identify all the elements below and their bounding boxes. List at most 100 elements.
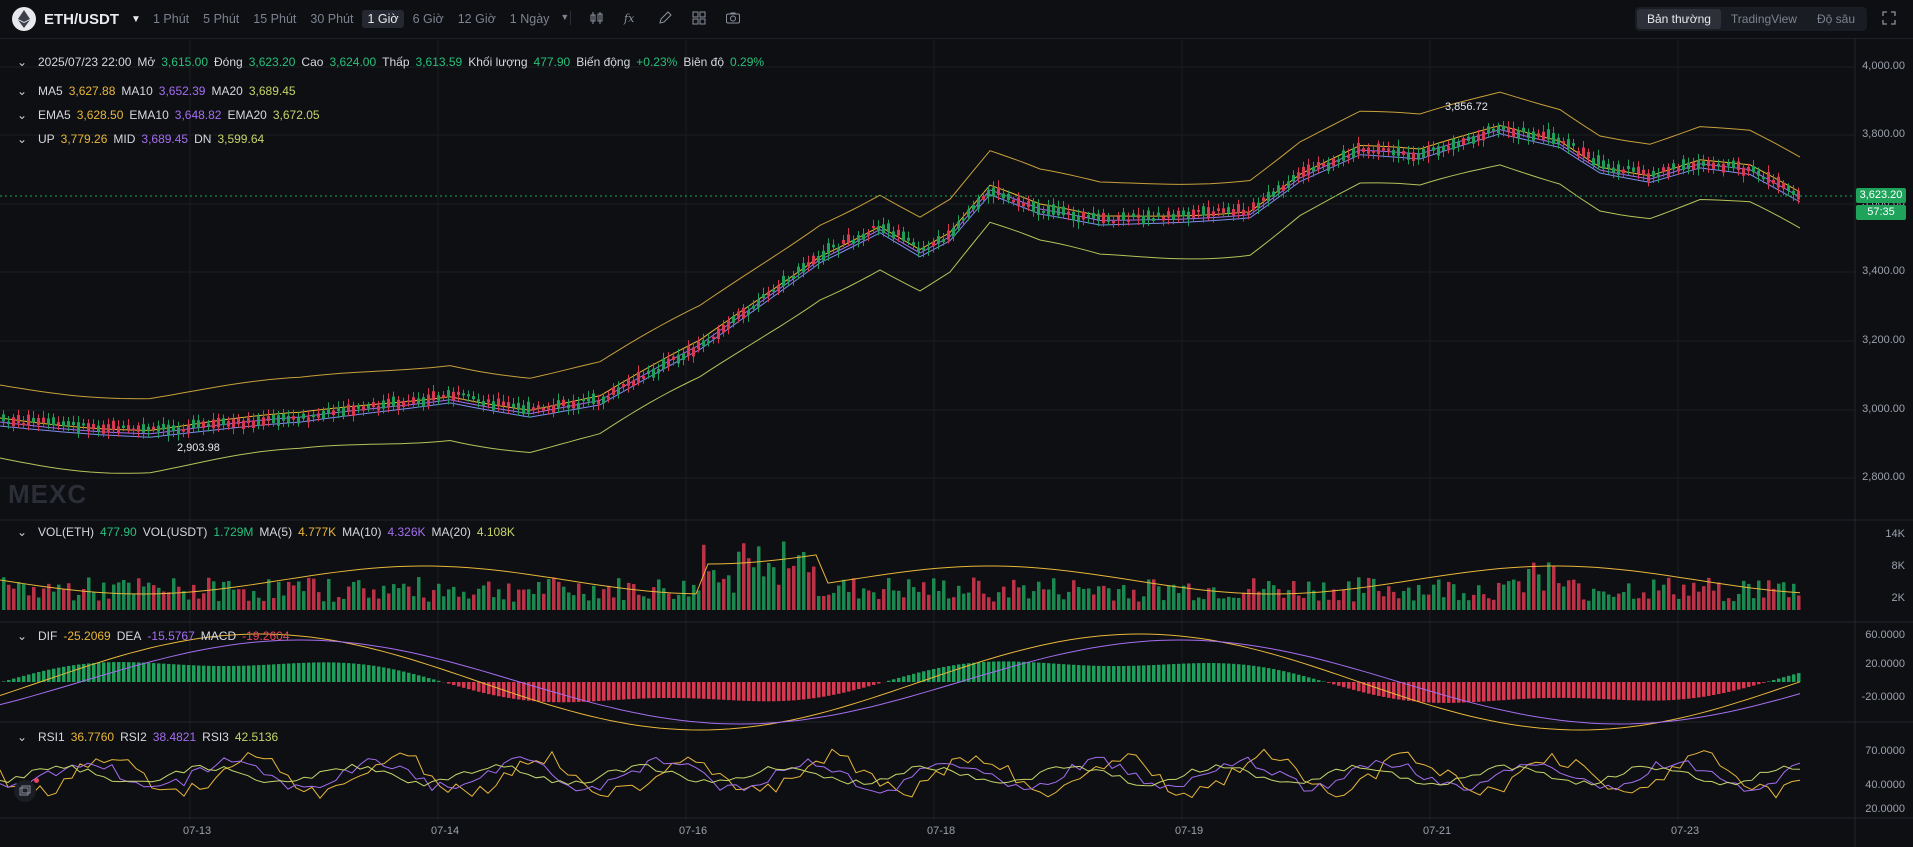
volume-bar <box>832 592 836 610</box>
macd-bar <box>627 682 631 700</box>
chart-canvas[interactable] <box>0 0 1913 847</box>
candle <box>1617 164 1620 175</box>
volume-bar <box>1057 594 1061 610</box>
candle <box>1122 212 1125 221</box>
candle <box>297 417 300 424</box>
candle <box>392 396 395 407</box>
vol-ma5-label: MA(5) <box>259 525 293 539</box>
rsi2-label: RSI2 <box>120 730 147 744</box>
volume-bar <box>102 582 106 610</box>
chevron-down-icon[interactable]: ⌄ <box>16 55 28 69</box>
chevron-down-icon[interactable]: ⌄ <box>16 108 28 122</box>
dea-value: -15.5767 <box>147 629 195 643</box>
volume-bar <box>1122 585 1126 610</box>
volume-bar <box>1627 583 1631 610</box>
volume-bar <box>1027 598 1031 610</box>
macd-bar <box>737 682 741 701</box>
volume-bar <box>917 591 921 610</box>
chart-settings-icon[interactable] <box>14 780 36 802</box>
candle <box>317 413 320 418</box>
chevron-down-icon[interactable]: ⌄ <box>16 629 28 643</box>
macd-bar <box>1267 668 1271 682</box>
rsi-line <box>0 756 1801 794</box>
macd-bar <box>982 661 986 682</box>
candle <box>272 414 275 424</box>
macd-bar <box>892 679 896 682</box>
volume-bar <box>727 575 731 610</box>
candle <box>1297 172 1300 180</box>
macd-bar <box>1002 661 1006 682</box>
macd-bar <box>1037 662 1041 682</box>
candle <box>782 275 785 287</box>
volume-bar <box>952 597 956 610</box>
candle <box>127 425 130 430</box>
volume-bar <box>1357 577 1361 610</box>
volume-bar <box>1172 584 1176 610</box>
price-axis-label: 3,400.00 <box>1862 265 1905 277</box>
macd-bar <box>1722 682 1726 694</box>
candle <box>1327 162 1330 171</box>
macd-bar <box>397 670 401 682</box>
candle <box>1397 146 1400 156</box>
volume-bar <box>477 588 481 610</box>
current-price-tag: 3,623.20 <box>1856 188 1906 203</box>
candle <box>532 407 535 411</box>
date-label: 07-18 <box>927 825 956 837</box>
volume-bar <box>1642 592 1646 610</box>
candle <box>1217 208 1220 212</box>
candle <box>582 399 585 402</box>
volume-bar <box>747 558 751 610</box>
date-label: 07-14 <box>431 825 460 837</box>
candle <box>662 358 665 370</box>
candle <box>642 375 645 379</box>
candle <box>717 328 720 340</box>
candle <box>622 384 625 388</box>
chevron-down-icon[interactable]: ⌄ <box>16 730 28 744</box>
ma5-label: MA5 <box>38 84 63 98</box>
boll-dn-line <box>0 164 1801 474</box>
candle <box>157 425 160 432</box>
candle <box>637 371 640 383</box>
candle <box>1152 218 1155 222</box>
macd-bar <box>867 682 871 687</box>
volume-bar <box>877 599 881 610</box>
volume-bar <box>1437 579 1441 610</box>
candle <box>632 380 635 387</box>
candle <box>1367 147 1370 154</box>
macd-axis-label: 60.0000 <box>1865 629 1905 641</box>
macd-bar <box>1192 663 1196 682</box>
candle <box>1387 148 1390 151</box>
volume-bar <box>1522 592 1526 610</box>
volume-bar <box>267 579 271 610</box>
volume-bar <box>1682 584 1686 610</box>
candle <box>287 415 290 423</box>
candle <box>817 256 820 263</box>
macd-bar <box>827 682 831 696</box>
chevron-down-icon[interactable]: ⌄ <box>16 84 28 98</box>
candle <box>197 420 200 429</box>
ema10-value: 3,648.82 <box>174 108 222 122</box>
volume-bar <box>697 590 701 610</box>
macd-bar <box>472 682 476 691</box>
macd-bar <box>1587 682 1591 699</box>
candle <box>1077 215 1080 223</box>
candle <box>527 401 530 413</box>
macd-bar <box>1257 666 1261 682</box>
candle <box>277 415 280 426</box>
macd-bar <box>1572 682 1576 699</box>
macd-bar <box>852 682 856 691</box>
macd-bar <box>292 663 296 682</box>
volume-bar <box>1082 588 1086 610</box>
volume-bar <box>742 543 746 610</box>
chevron-down-icon[interactable]: ⌄ <box>16 132 28 146</box>
volume-bar <box>157 587 161 610</box>
macd-bar <box>1097 665 1101 682</box>
volume-bar <box>1267 581 1271 610</box>
ohlc-legend: ⌄ 2025/07/23 22:00 Mở 3,615.00 Đóng 3,623.… <box>16 55 764 69</box>
volume-bar <box>1577 583 1581 610</box>
macd-bar <box>672 682 676 698</box>
volume-bar <box>1727 598 1731 610</box>
candle <box>22 422 25 426</box>
chevron-down-icon[interactable]: ⌄ <box>16 525 28 539</box>
macd-bar <box>1252 665 1256 682</box>
